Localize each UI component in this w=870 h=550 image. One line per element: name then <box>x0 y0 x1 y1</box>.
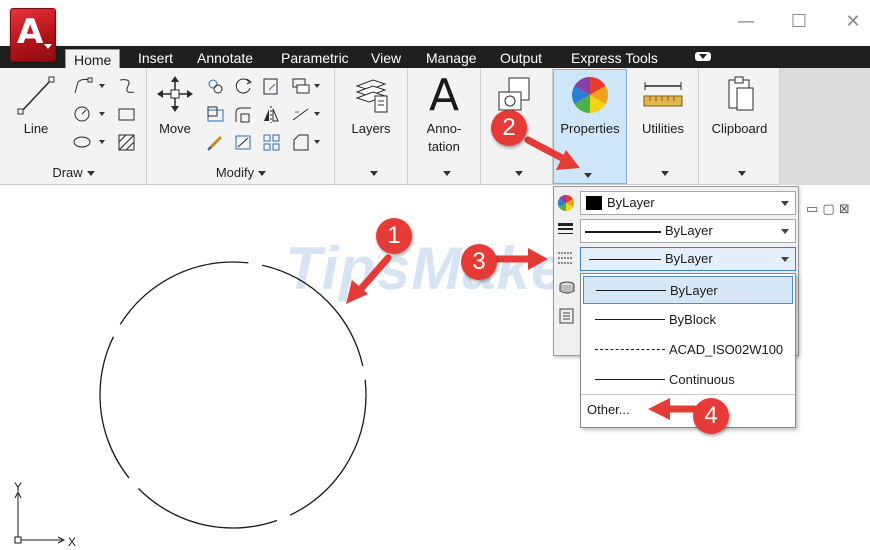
callout-badge-4: 4 <box>693 398 729 434</box>
callout-arrows <box>346 136 698 420</box>
chevron-down-icon <box>44 44 52 49</box>
callout-badge-1: 1 <box>376 218 412 254</box>
callout-badge-2: 2 <box>491 110 527 146</box>
callout-badge-3: 3 <box>461 244 497 280</box>
application-menu-button[interactable]: A <box>10 8 56 62</box>
app-logo-letter: A <box>17 12 44 52</box>
